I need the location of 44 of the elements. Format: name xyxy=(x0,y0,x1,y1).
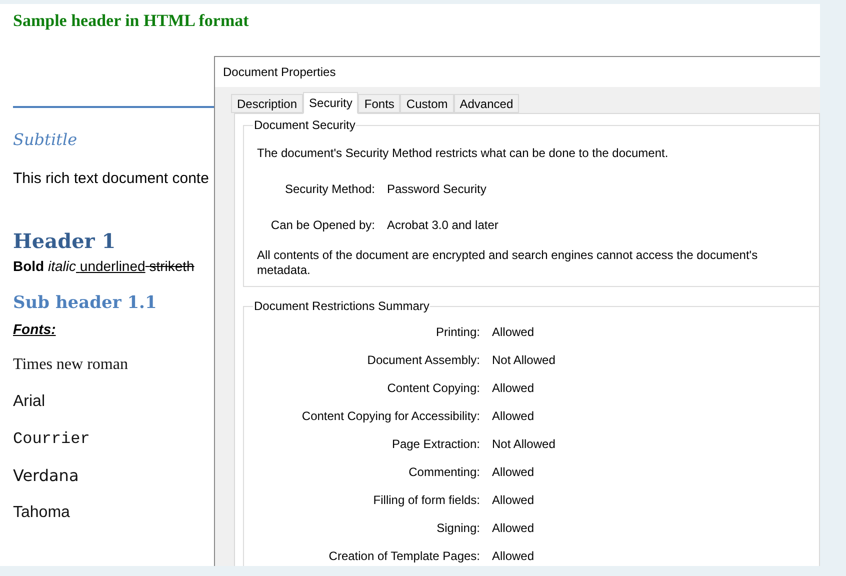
document-title: Sample header in HTML format xyxy=(13,10,249,32)
tab[interactable]: Advanced xyxy=(454,94,520,113)
restriction-label: Content Copying for Accessibility: xyxy=(302,409,480,424)
dialog-title: Document Properties xyxy=(223,64,336,81)
restriction-value: Not Allowed xyxy=(492,353,556,368)
restriction-value: Allowed xyxy=(492,409,534,424)
field-label: Security Method: xyxy=(284,181,375,198)
restriction-label: Content Copying: xyxy=(387,381,480,396)
restriction-value: Allowed xyxy=(492,381,534,396)
field-value: Acrobat 3.0 and later xyxy=(387,217,498,234)
restriction-value: Allowed xyxy=(492,521,534,536)
group-legend: Document Security xyxy=(253,116,356,134)
restriction-value: Allowed xyxy=(492,325,534,340)
format-sample-text: Bold italic underlined striketh xyxy=(13,257,194,276)
font-sample: Verdana xyxy=(13,464,79,486)
tab[interactable]: Description xyxy=(231,94,304,113)
tab[interactable]: Security xyxy=(303,92,358,114)
restriction-label: Page Extraction: xyxy=(392,437,480,452)
restriction-value: Allowed xyxy=(492,465,534,480)
intro-text: This rich text document conte xyxy=(13,168,209,188)
restriction-value: Allowed xyxy=(492,549,534,564)
restriction-label: Document Assembly: xyxy=(367,353,480,368)
tab[interactable]: Custom xyxy=(400,94,454,113)
restriction-label: Creation of Template Pages: xyxy=(328,549,480,564)
subtitle: Subtitle xyxy=(13,128,78,150)
restriction-value: Allowed xyxy=(492,493,534,508)
header-1: Header 1 xyxy=(13,228,116,255)
restriction-label: Commenting: xyxy=(408,465,480,480)
restriction-label: Filling of form fields: xyxy=(373,493,480,508)
fonts-label: Fonts: xyxy=(13,320,56,338)
font-sample: Arial xyxy=(13,392,46,412)
field-label: Can be Opened by: xyxy=(270,217,375,234)
font-sample: Tahoma xyxy=(13,502,70,522)
restriction-label: Signing: xyxy=(436,521,480,536)
font-sample: Times new roman xyxy=(13,354,128,374)
tab[interactable]: Fonts xyxy=(358,94,400,113)
group-legend: Document Restrictions Summary xyxy=(253,297,430,315)
font-sample: Courrier xyxy=(13,428,90,450)
encryption-note: All contents of the document are encrypted and search engines cannot access the document's metadata. xyxy=(257,248,759,278)
field-value: Password Security xyxy=(387,181,486,198)
security-description: The document's Security Method restricts what can be done to the document. xyxy=(257,145,668,162)
restriction-label: Printing: xyxy=(436,325,480,340)
restriction-value: Not Allowed xyxy=(492,437,556,452)
sub-header: Sub header 1.1 xyxy=(13,292,157,315)
